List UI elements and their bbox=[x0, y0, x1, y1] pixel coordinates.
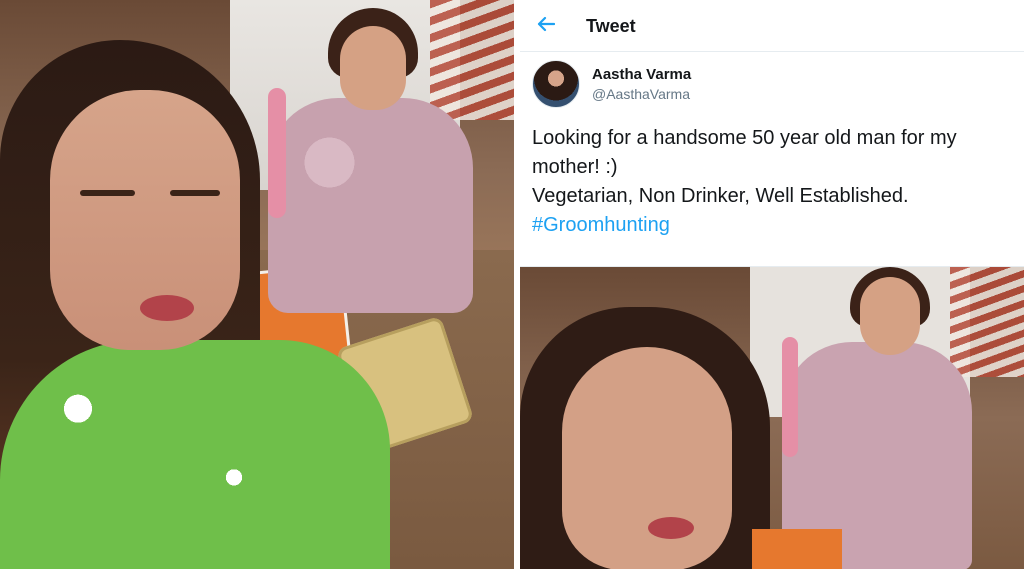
author-display-name[interactable]: Aastha Varma bbox=[592, 66, 691, 83]
avatar[interactable] bbox=[532, 60, 580, 108]
mother-face bbox=[860, 277, 920, 355]
author-handle[interactable]: @AasthaVarma bbox=[592, 86, 690, 102]
daughter-face bbox=[562, 347, 732, 569]
lips bbox=[648, 517, 694, 539]
right-eyebrow bbox=[170, 190, 220, 196]
tweet-header: Tweet bbox=[520, 0, 1024, 52]
tweet-card: Tweet Aastha Varma @AasthaVarma Looking … bbox=[520, 0, 1024, 569]
lips bbox=[140, 295, 194, 321]
tweet-text: Looking for a handsome 50 year old man f… bbox=[532, 127, 957, 207]
menu-card bbox=[752, 529, 842, 569]
hashtag-link[interactable]: #Groomhunting bbox=[532, 211, 670, 240]
person-daughter bbox=[0, 40, 390, 569]
back-arrow-icon[interactable] bbox=[534, 12, 558, 36]
daughter-top bbox=[0, 340, 390, 569]
selfie-photo-large bbox=[0, 0, 514, 569]
bag-strap bbox=[782, 337, 798, 457]
left-eyebrow bbox=[80, 190, 135, 196]
header-title: Tweet bbox=[586, 16, 636, 36]
tweet-attached-photo[interactable] bbox=[520, 266, 1024, 569]
mother-face bbox=[340, 26, 406, 110]
window-blinds bbox=[950, 267, 1024, 377]
